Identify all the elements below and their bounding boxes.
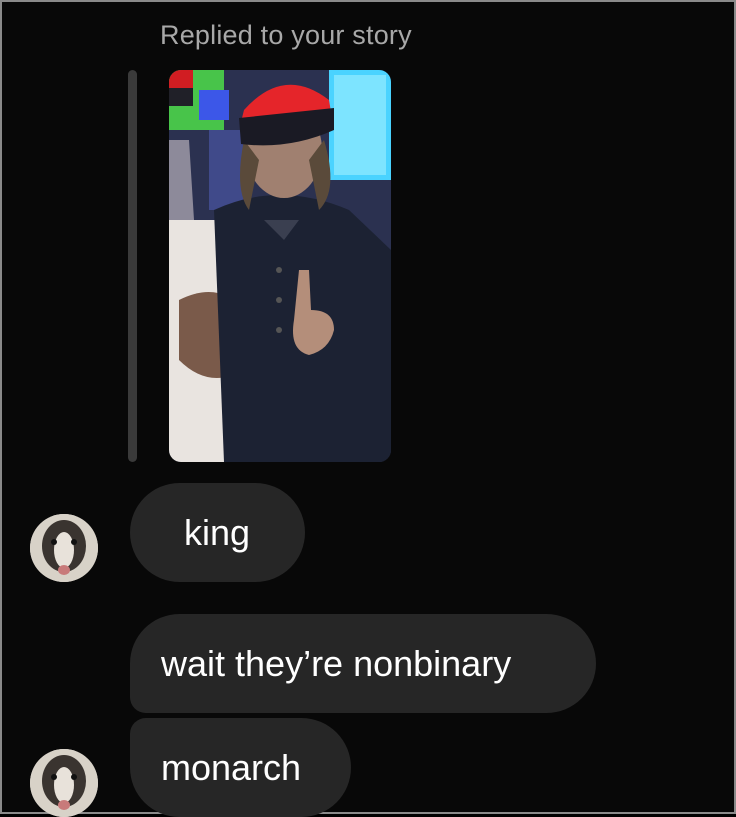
story-photo-icon	[169, 70, 391, 462]
sender-avatar[interactable]	[30, 749, 98, 817]
message-bubble[interactable]: monarch	[130, 718, 351, 817]
goat-avatar-icon	[30, 749, 98, 817]
message-bubble[interactable]: king	[130, 483, 305, 582]
message-bubble[interactable]: wait they’re nonbinary	[130, 614, 596, 713]
message-text: monarch	[161, 746, 302, 788]
reply-quote-bar	[128, 70, 137, 462]
chat-thread: Replied to your story king wait they’re …	[0, 0, 736, 817]
message-text: king	[184, 511, 251, 553]
goat-avatar-icon	[30, 514, 98, 582]
message-text: wait they’re nonbinary	[161, 642, 512, 684]
story-thumbnail[interactable]	[169, 70, 391, 462]
sender-avatar[interactable]	[30, 514, 98, 582]
story-reply-caption: Replied to your story	[160, 20, 412, 50]
